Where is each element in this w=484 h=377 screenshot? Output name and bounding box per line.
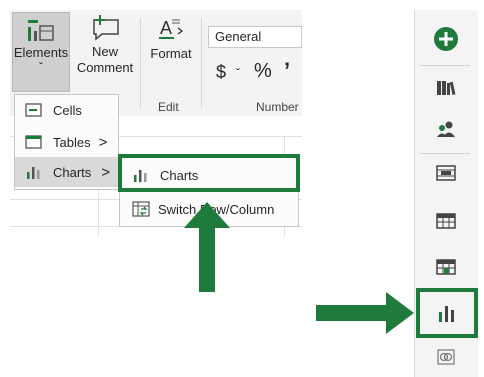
menu-item-cells[interactable]: Cells	[15, 95, 118, 125]
chevron-down-icon[interactable]: ˇ	[236, 66, 240, 80]
table-icon[interactable]	[428, 206, 464, 236]
number-group-label: Number	[256, 100, 299, 114]
chevron-right-icon: >	[101, 163, 111, 181]
svg-text:A: A	[160, 18, 172, 38]
new-comment-line2: Comment	[76, 60, 134, 75]
grid-line	[98, 190, 99, 236]
highlight-box	[118, 154, 300, 192]
elements-menu: Cells Tables > Charts >	[14, 94, 119, 190]
comma-style-button[interactable]: ’	[284, 58, 290, 84]
elements-label: Elements	[13, 45, 69, 60]
elements-icon	[28, 20, 54, 41]
currency-button[interactable]: $	[216, 62, 226, 83]
link-icon[interactable]	[428, 342, 464, 372]
comment-add-icon	[93, 15, 119, 41]
arrow-up-icon	[184, 202, 230, 292]
table-icon	[25, 135, 42, 149]
books-icon[interactable]	[428, 72, 464, 102]
arrow-right-icon	[316, 292, 414, 334]
panel-divider	[420, 153, 470, 154]
menu-item-charts[interactable]: Charts >	[15, 157, 118, 187]
bar-chart-icon[interactable]	[428, 298, 464, 328]
percent-button[interactable]: %	[254, 60, 272, 83]
number-format-select[interactable]: General	[208, 26, 302, 48]
people-icon[interactable]	[428, 114, 464, 144]
chevron-down-icon: ˇ	[39, 60, 43, 74]
menu-item-label: Charts	[53, 164, 92, 180]
film-icon[interactable]	[428, 158, 464, 188]
elements-button[interactable]: Elements ˇ	[12, 12, 70, 92]
menu-item-label: Tables	[53, 134, 91, 150]
table-edit-icon[interactable]	[428, 252, 464, 282]
chevron-right-icon: >	[98, 133, 108, 151]
group-divider	[140, 18, 141, 108]
panel-divider	[420, 65, 470, 66]
add-circle-icon[interactable]	[428, 24, 464, 54]
format-label: Format	[150, 46, 192, 61]
menu-item-label: Cells	[53, 102, 82, 118]
new-comment-button[interactable]: New Comment	[76, 14, 134, 94]
switch-row-column-icon	[132, 201, 150, 217]
new-comment-line1: New	[91, 44, 118, 59]
edit-group-label: Edit	[158, 100, 179, 114]
bar-chart-icon	[27, 167, 40, 179]
menu-item-tables[interactable]: Tables >	[15, 127, 118, 157]
format-text-icon: A	[159, 18, 184, 39]
format-button[interactable]: A Format	[146, 14, 196, 94]
group-divider	[201, 18, 202, 108]
cells-icon	[25, 103, 42, 117]
